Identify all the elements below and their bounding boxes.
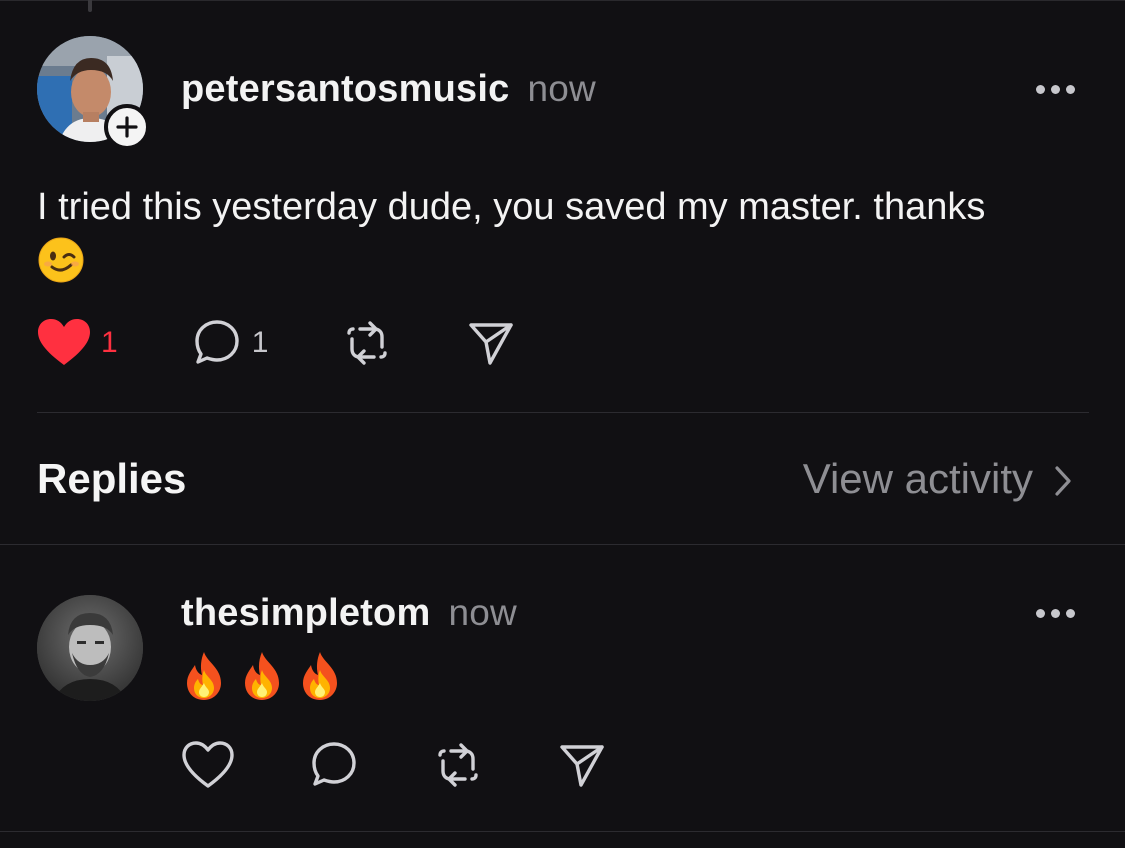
fire-emoji-icon [297, 650, 343, 707]
top-divider [0, 0, 1125, 1]
post-divider [37, 412, 1089, 413]
bottom-divider [0, 831, 1125, 832]
reply-actions [181, 740, 607, 790]
replies-divider [0, 544, 1125, 545]
reply-timestamp: now [448, 592, 517, 633]
post-text: I tried this yesterday dude, you saved m… [37, 186, 986, 228]
reply-share-button[interactable] [557, 740, 607, 790]
fire-emoji-icon [239, 650, 285, 707]
reply-author-username[interactable]: thesimpletom now [181, 592, 517, 635]
reply-more-options-icon[interactable] [1036, 603, 1075, 623]
share-button[interactable] [466, 318, 516, 368]
send-icon [560, 745, 604, 787]
thread-connector-line [88, 0, 92, 12]
reply-author-avatar[interactable] [37, 595, 143, 701]
repost-icon [347, 321, 388, 365]
reply-body [181, 650, 343, 707]
like-count: 1 [101, 326, 118, 359]
send-icon [469, 323, 514, 365]
reply-repost-button[interactable] [433, 740, 483, 790]
post-author-username[interactable]: petersantosmusic now [181, 68, 596, 111]
avatar-photo [37, 595, 143, 701]
comment-bubble-icon [312, 742, 356, 786]
plus-icon [116, 116, 138, 138]
comment-count: 1 [251, 326, 269, 359]
reply-like-button[interactable] [181, 740, 235, 790]
post-timestamp: now [527, 68, 596, 109]
repost-icon [438, 743, 478, 787]
thread-view: petersantosmusic now I tried this yesterd… [0, 0, 1125, 848]
post-more-options-icon[interactable] [1036, 79, 1075, 99]
reply-comment-button[interactable] [309, 740, 359, 790]
repost-button[interactable] [342, 318, 392, 368]
post-username-text[interactable]: petersantosmusic [181, 68, 509, 110]
reply-username-text[interactable]: thesimpletom [181, 592, 430, 634]
like-button[interactable]: 1 [37, 318, 118, 368]
chevron-right-icon [1055, 466, 1071, 496]
follow-plus-button[interactable] [104, 104, 150, 150]
view-activity-label[interactable]: View activity [803, 455, 1033, 503]
fire-emoji-icon [181, 650, 227, 707]
post-actions: 1 1 [37, 318, 516, 368]
winking-face-emoji-icon [37, 236, 85, 301]
heart-outline-icon [182, 741, 234, 788]
heart-filled-icon [38, 319, 90, 365]
view-activity-link[interactable]: View activity [803, 455, 1073, 503]
post-body: I tried this yesterday dude, you saved m… [37, 178, 1087, 301]
replies-heading: Replies [37, 455, 187, 502]
comment-button[interactable]: 1 [192, 318, 269, 368]
comment-bubble-icon [194, 320, 239, 364]
